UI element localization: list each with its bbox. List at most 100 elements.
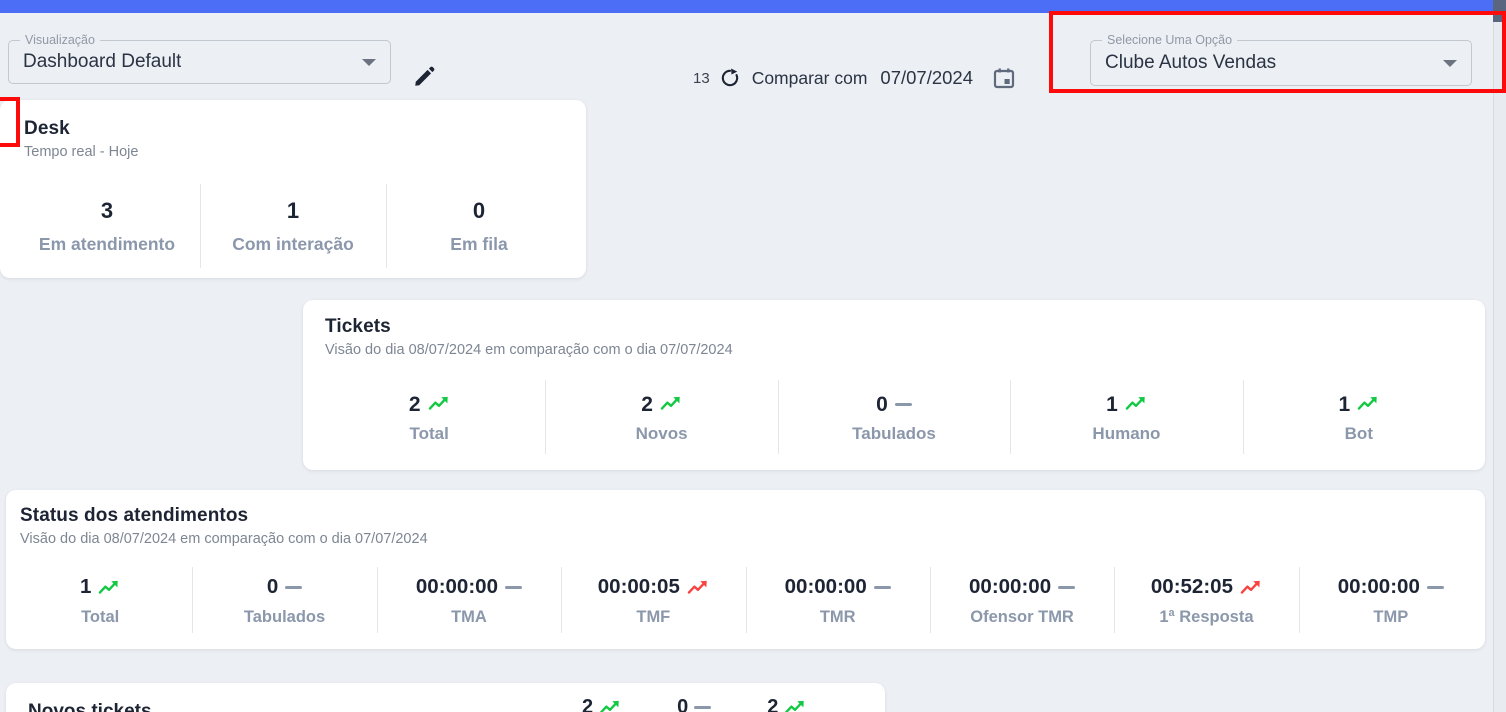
status-metric-row: 1 Total 0 Tabulados 00:00:00 TMA 00:00:05 TMF 00… [6, 561, 1485, 639]
metric-value: 00:00:05 [597, 575, 680, 599]
top-accent-bar [0, 0, 1493, 13]
metric-label: TMP [1373, 607, 1409, 626]
metric-em-fila: 0 Em fila [386, 178, 572, 274]
novos-tickets-card: Novos tickets 202 [6, 683, 885, 712]
metric-label: Novos [635, 424, 688, 443]
metric-tabulados: 0 Tabulados [192, 561, 376, 639]
trend-up-red-icon [1240, 578, 1262, 598]
compare-date-value: 07/07/2024 [880, 67, 974, 88]
metric-label: Total [409, 424, 449, 443]
trend-up-green-icon [428, 394, 450, 414]
trend-up-green-icon [599, 698, 621, 712]
metric-ofensor-tmr: 00:00:00 Ofensor TMR [929, 561, 1114, 639]
novos-metric-0: 2 [582, 696, 621, 712]
edit-dashboard-button[interactable] [405, 58, 445, 94]
tickets-card: Tickets Visão do dia 08/07/2024 em compa… [303, 300, 1485, 470]
status-card-title: Status dos atendimentos [20, 505, 249, 526]
unit-select-value: Clube Autos Vendas [1105, 52, 1277, 73]
visualization-select-value: Dashboard Default [23, 51, 182, 72]
metric-total: 2 Total [313, 374, 545, 460]
metric-value: 0 [677, 696, 689, 712]
metric-value: 2 [408, 392, 421, 416]
trend-up-green-icon [660, 394, 682, 414]
compare-controls: 13 Comparar com 07/07/2024 [693, 63, 1016, 93]
metric-label: Total [81, 607, 120, 626]
trend-flat-icon [1426, 586, 1444, 589]
novos-metric-1: 0 [677, 696, 712, 712]
metric-tmf: 00:00:05 TMF [561, 561, 745, 639]
metric-value: 00:52:05 [1150, 575, 1233, 599]
metric-label: Bot [1344, 424, 1373, 443]
refresh-countdown: 13 [693, 69, 710, 87]
dashboard-toolbar: Visualização Dashboard Default 13 Compar… [0, 13, 1493, 101]
metric-1-resposta: 00:52:05 1ª Resposta [1114, 561, 1298, 639]
desk-metric-row: 3 Em atendimento 1 Com interação 0 Em fi… [0, 178, 586, 274]
metric-tabulados: 0 Tabulados [777, 374, 1010, 460]
unit-select-label: Selecione Uma Opção [1102, 33, 1238, 47]
metric-em-atendimento: 3 Em atendimento [14, 178, 200, 274]
metric-value: 1 [286, 198, 300, 223]
tickets-card-title: Tickets [325, 316, 391, 337]
metric-value: 2 [767, 696, 779, 712]
dashboard-page: Visualização Dashboard Default 13 Compar… [0, 0, 1506, 712]
metric-bot: 1 Bot [1242, 374, 1475, 460]
metric-label: Humano [1092, 424, 1161, 443]
metric-value: 3 [100, 198, 114, 223]
calendar-icon [993, 68, 1015, 89]
trend-flat-icon [873, 586, 891, 589]
visualization-select[interactable]: Visualização Dashboard Default [8, 33, 391, 84]
metric-value: 2 [582, 696, 594, 712]
metric-label: TMF [636, 607, 671, 626]
novos-tickets-metric-row: 2 0 2 [582, 696, 806, 712]
metric-value: 1 [1106, 392, 1118, 416]
metric-value: 0 [266, 575, 279, 599]
metric-tmp: 00:00:00 TMP [1298, 561, 1483, 639]
desk-card-title: Desk [24, 118, 70, 139]
metric-label: Ofensor TMR [970, 607, 1074, 626]
visualization-select-label: Visualização [20, 33, 100, 47]
trend-up-green-icon [98, 578, 120, 598]
metric-value: 0 [472, 198, 486, 223]
metric-label: Tabulados [852, 424, 936, 443]
metric-tmr: 00:00:00 TMR [745, 561, 930, 639]
status-card-subtitle: Visão do dia 08/07/2024 em comparação co… [20, 531, 428, 547]
unit-select[interactable]: Selecione Uma Opção Clube Autos Vendas [1090, 33, 1472, 86]
metric-value: 00:00:00 [1337, 575, 1420, 599]
metric-tma: 00:00:00 TMA [376, 561, 561, 639]
tickets-metric-row: 2 Total 2 Novos 0 Tabulados 1 Humano 1 Bot [303, 374, 1485, 460]
metric-value: 1 [1338, 392, 1351, 416]
compare-label: Comparar com [751, 67, 868, 88]
metric-humano: 1 Humano [1010, 374, 1242, 460]
trend-up-green-icon [1125, 394, 1147, 414]
trend-flat-icon [504, 586, 522, 589]
refresh-icon [721, 68, 738, 87]
trend-flat-icon [894, 402, 912, 406]
metric-com-interacao: 1 Com interação [200, 178, 386, 274]
metric-label: Com interação [232, 234, 354, 254]
status-card: Status dos atendimentos Visão do dia 08/… [6, 490, 1485, 649]
metric-label: TMA [451, 607, 487, 626]
desk-card-subtitle: Tempo real - Hoje [24, 144, 139, 160]
metric-label: Tabulados [243, 607, 326, 626]
metric-label: Em fila [450, 234, 508, 254]
chevron-down-icon [362, 58, 376, 66]
metric-novos: 2 Novos [545, 374, 777, 460]
metric-value: 1 [79, 575, 92, 599]
trend-flat-icon [1058, 586, 1076, 589]
trend-up-red-icon [687, 578, 709, 598]
refresh-button[interactable] [719, 67, 741, 89]
desk-card: Desk Tempo real - Hoje 3 Em atendimento … [0, 100, 586, 278]
trend-flat-icon [285, 586, 303, 589]
trend-up-green-icon [784, 698, 806, 712]
metric-value: 00:00:00 [784, 575, 867, 599]
calendar-picker-button[interactable] [992, 66, 1016, 90]
metric-value: 0 [876, 392, 888, 416]
trend-flat-icon [694, 706, 712, 709]
metric-label: Em atendimento [38, 234, 176, 254]
metric-value: 00:00:00 [969, 575, 1052, 599]
metric-label: TMR [819, 607, 856, 626]
vertical-scrollbar-track[interactable] [1493, 13, 1506, 712]
novos-metric-2: 2 [767, 696, 806, 712]
vertical-scrollbar-thumb[interactable] [1493, 0, 1506, 22]
trend-up-green-icon [1357, 394, 1379, 414]
